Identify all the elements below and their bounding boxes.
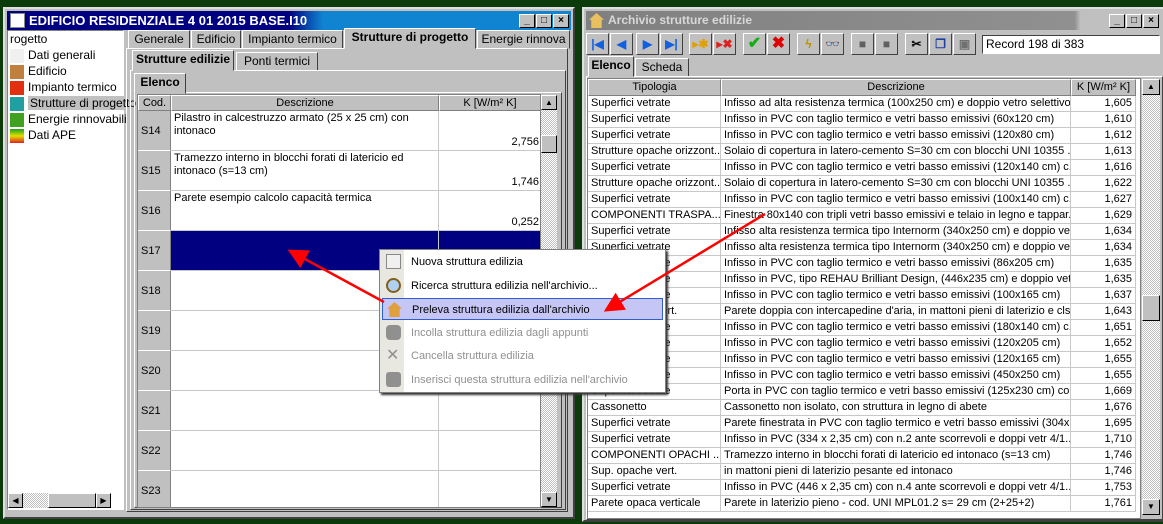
arrow-to-menu-item: [603, 212, 766, 312]
arrow-to-selected-row: [287, 249, 385, 304]
annotation-arrows: [287, 212, 766, 312]
